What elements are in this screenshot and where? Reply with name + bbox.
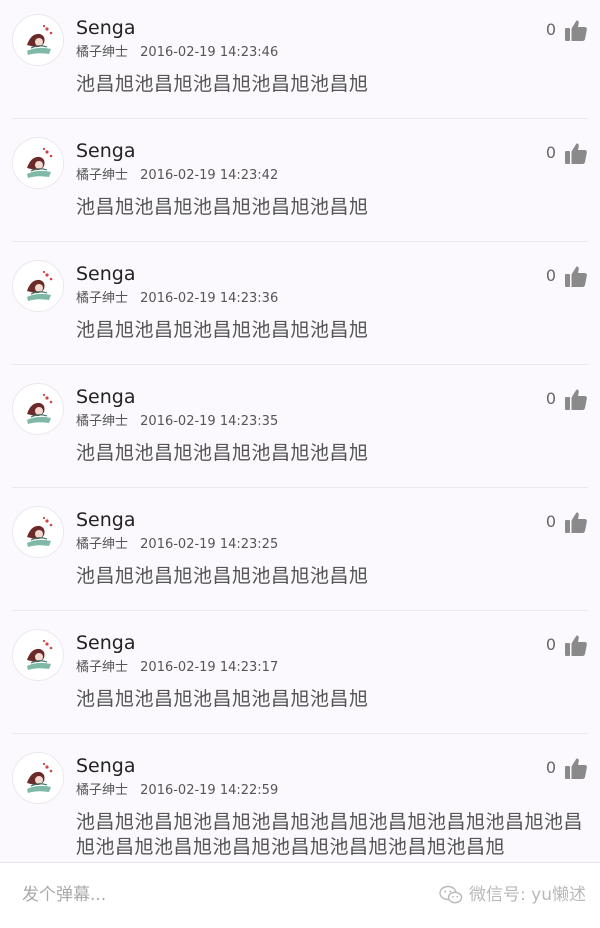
like-control[interactable]: 0 — [546, 264, 588, 288]
like-count: 0 — [545, 635, 556, 654]
commenter-name[interactable]: Senga — [76, 754, 136, 778]
comment-time: 2016-02-19 14:23:25 — [140, 537, 279, 552]
comment-divider — [12, 241, 588, 242]
like-control[interactable]: 0 — [546, 756, 588, 780]
avatar[interactable] — [12, 383, 64, 435]
comment-text: 池昌旭池昌旭池昌旭池昌旭池昌旭 — [76, 565, 369, 587]
thumbs-up-icon[interactable] — [564, 633, 588, 657]
comment-divider — [12, 610, 588, 611]
commenter-name[interactable]: Senga — [76, 631, 136, 655]
commenter-name[interactable]: Senga — [76, 16, 136, 40]
commenter-user: 橘子绅士 — [76, 414, 129, 429]
like-control[interactable]: 0 — [546, 633, 588, 657]
commenter-user: 橘子绅士 — [76, 783, 129, 798]
like-count: 0 — [545, 266, 556, 285]
comment-meta: 橘子绅士 2016-02-19 14:23:35 — [76, 413, 278, 431]
comment-text: 池昌旭池昌旭池昌旭池昌旭池昌旭 — [76, 442, 369, 464]
like-count: 0 — [545, 389, 556, 408]
wechat-watermark: 微信号: yu懒述 — [439, 883, 586, 907]
danmu-input-bar: 微信号: yu懒述 — [0, 862, 600, 928]
comment-meta: 橘子绅士 2016-02-19 14:22:59 — [76, 782, 278, 800]
avatar-illustration — [13, 753, 63, 803]
comment-time: 2016-02-19 14:23:42 — [140, 168, 279, 183]
commenter-name[interactable]: Senga — [76, 139, 136, 163]
avatar[interactable] — [12, 260, 64, 312]
comment-time: 2016-02-19 14:23:35 — [140, 414, 279, 429]
comment-meta: 橘子绅士 2016-02-19 14:23:36 — [76, 290, 278, 308]
like-control[interactable]: 0 — [546, 387, 588, 411]
avatar-illustration — [13, 384, 63, 434]
commenter-user: 橘子绅士 — [76, 660, 129, 675]
avatar-illustration — [13, 138, 63, 188]
comment-text: 池昌旭池昌旭池昌旭池昌旭池昌旭 — [76, 196, 369, 218]
comment-divider — [12, 364, 588, 365]
commenter-user: 橘子绅士 — [76, 168, 129, 183]
thumbs-up-icon[interactable] — [564, 387, 588, 411]
comment-time: 2016-02-19 14:23:17 — [140, 660, 279, 675]
like-control[interactable]: 0 — [546, 18, 588, 42]
danmu-input[interactable] — [10, 875, 390, 915]
comment-text: 池昌旭池昌旭池昌旭池昌旭池昌旭 — [76, 688, 369, 710]
thumbs-up-icon[interactable] — [564, 510, 588, 534]
commenter-name[interactable]: Senga — [76, 262, 136, 286]
avatar[interactable] — [12, 629, 64, 681]
commenter-user: 橘子绅士 — [76, 291, 129, 306]
thumbs-up-icon[interactable] — [564, 264, 588, 288]
comment-text: 池昌旭池昌旭池昌旭池昌旭池昌旭 — [76, 73, 369, 95]
watermark-text: 微信号: yu懒述 — [469, 885, 586, 905]
comment-text: 池昌旭池昌旭池昌旭池昌旭池昌旭 — [76, 319, 369, 341]
like-control[interactable]: 0 — [546, 141, 588, 165]
avatar-illustration — [13, 630, 63, 680]
like-count: 0 — [545, 758, 556, 777]
thumbs-up-icon[interactable] — [564, 18, 588, 42]
comment-list[interactable]: Senga 橘子绅士 2016-02-19 14:23:46 0 池昌旭池昌旭池… — [0, 0, 600, 862]
wechat-icon — [439, 885, 463, 904]
comment-divider — [12, 487, 588, 488]
comment-divider — [12, 733, 588, 734]
like-control[interactable]: 0 — [546, 510, 588, 534]
like-count: 0 — [545, 512, 556, 531]
commenter-user: 橘子绅士 — [76, 537, 129, 552]
avatar[interactable] — [12, 752, 64, 804]
avatar[interactable] — [12, 506, 64, 558]
comment-time: 2016-02-19 14:23:46 — [140, 45, 279, 60]
comment-meta: 橘子绅士 2016-02-19 14:23:42 — [76, 167, 278, 185]
commenter-name[interactable]: Senga — [76, 508, 136, 532]
comment-time: 2016-02-19 14:22:59 — [140, 783, 279, 798]
avatar-illustration — [13, 507, 63, 557]
comment-meta: 橘子绅士 2016-02-19 14:23:46 — [76, 44, 278, 62]
avatar-illustration — [13, 15, 63, 65]
thumbs-up-icon[interactable] — [564, 756, 588, 780]
commenter-user: 橘子绅士 — [76, 45, 129, 60]
commenter-name[interactable]: Senga — [76, 385, 136, 409]
comment-divider — [12, 118, 588, 119]
avatar[interactable] — [12, 137, 64, 189]
comment-text: 池昌旭池昌旭池昌旭池昌旭池昌旭池昌旭池昌旭池昌旭池昌旭池昌旭池昌旭池昌旭池昌旭池… — [76, 811, 584, 858]
thumbs-up-icon[interactable] — [564, 141, 588, 165]
avatar-illustration — [13, 261, 63, 311]
comment-time: 2016-02-19 14:23:36 — [140, 291, 279, 306]
like-count: 0 — [545, 20, 556, 39]
avatar[interactable] — [12, 14, 64, 66]
like-count: 0 — [545, 143, 556, 162]
comment-meta: 橘子绅士 2016-02-19 14:23:25 — [76, 536, 278, 554]
comment-meta: 橘子绅士 2016-02-19 14:23:17 — [76, 659, 278, 677]
